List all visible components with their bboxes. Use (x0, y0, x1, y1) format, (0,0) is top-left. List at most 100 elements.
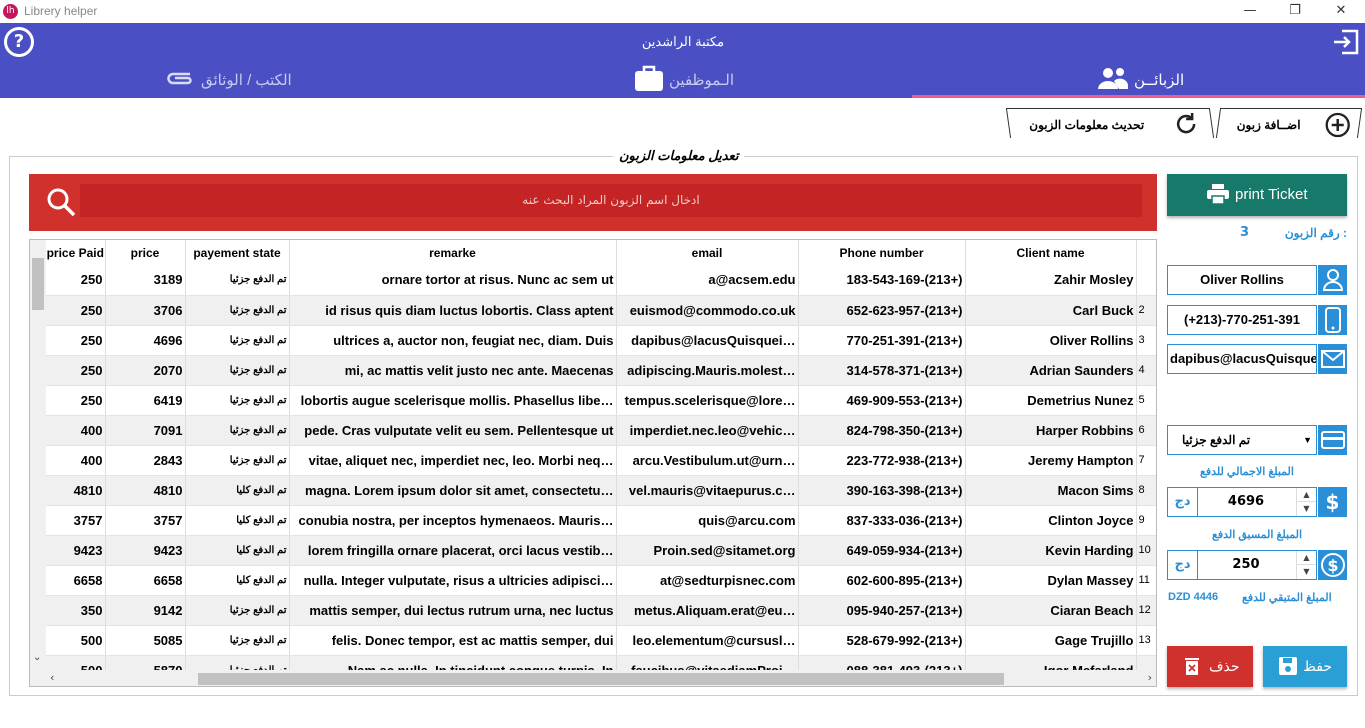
cell-price-paid[interactable]: 350 (46, 595, 106, 626)
scroll-down-icon[interactable]: ⌄ (33, 652, 41, 663)
col-price-paid[interactable]: price Paid (46, 240, 106, 265)
table-row[interactable]: 250 3706 تم الدفع جزئيا id risus quis diam … (46, 295, 1156, 326)
table-row[interactable]: 500 5085 تم الدفع جزئيا felis. Donec tempor… (46, 625, 1156, 656)
col-email[interactable]: email (616, 240, 799, 265)
cell-price[interactable]: 3757 (105, 505, 186, 536)
cell-state[interactable]: تم الدفع جزئيا (185, 385, 290, 416)
cell-row-number[interactable]: 5 (1136, 385, 1156, 416)
table-row[interactable]: 250 2070 تم الدفع جزئيا mi, ac mattis velit… (46, 355, 1156, 386)
cell-price[interactable]: 4696 (105, 325, 186, 356)
cell-price-paid[interactable]: 400 (46, 445, 106, 476)
cell-phone[interactable]: 223-772-938-(213+) (798, 445, 966, 476)
cell-client-name[interactable]: Clinton Joyce (965, 505, 1137, 536)
cell-state[interactable]: تم الدفع كليا (185, 505, 290, 536)
cell-row-number[interactable]: 10 (1136, 535, 1156, 566)
cell-client-name[interactable]: Macon Sims (965, 475, 1137, 506)
cell-client-name[interactable]: Dylan Massey (965, 565, 1137, 596)
cell-phone[interactable]: 824-798-350-(213+) (798, 415, 966, 446)
cell-client-name[interactable]: Carl Buck (965, 295, 1137, 326)
cell-client-name[interactable]: Zahir Mosley (965, 265, 1137, 296)
nav-books[interactable]: الكتب / الوثائق (160, 63, 310, 97)
advance-amount-stepper[interactable]: ▲ ▼ (1296, 551, 1316, 579)
search-icon[interactable] (46, 187, 76, 217)
nav-clients[interactable]: الزبائــن (1096, 63, 1216, 97)
cell-row-number[interactable]: 13 (1136, 625, 1156, 656)
save-button[interactable]: حفظ (1263, 646, 1347, 687)
cell-email[interactable]: euismod@commodo.co.uk (616, 295, 799, 326)
cell-phone[interactable]: 837-333-036-(213+) (798, 505, 966, 536)
cell-client-name[interactable]: Ciaran Beach (965, 595, 1137, 626)
cell-price[interactable]: 6419 (105, 385, 186, 416)
table-row[interactable]: 250 4696 تم الدفع جزئيا ultrices a, auctor … (46, 325, 1156, 356)
print-ticket-button[interactable]: print Ticket (1167, 174, 1347, 216)
email-field[interactable]: dapibus@lacusQuisquei (1167, 344, 1317, 374)
cell-row-number[interactable]: 6 (1136, 415, 1156, 446)
cell-email[interactable]: dapibus@lacusQuisquei… (616, 325, 799, 356)
cell-state[interactable]: تم الدفع كليا (185, 565, 290, 596)
cell-client-name[interactable]: Oliver Rollins (965, 325, 1137, 356)
vertical-scroll-thumb[interactable] (32, 258, 44, 310)
cell-email[interactable]: quis@arcu.com (616, 505, 799, 536)
total-amount-stepper[interactable]: ▲ ▼ (1296, 488, 1316, 516)
delete-button[interactable]: حذف (1167, 646, 1253, 687)
cell-row-number[interactable]: 11 (1136, 565, 1156, 596)
cell-phone[interactable]: 602-600-895-(213+) (798, 565, 966, 596)
cell-phone[interactable]: 095-940-257-(213+) (798, 595, 966, 626)
cell-phone[interactable]: 652-623-957-(213+) (798, 295, 966, 326)
client-name-field[interactable]: Oliver Rollins (1167, 265, 1317, 295)
cell-remarke[interactable]: mattis semper, dui lectus rutrum urna, n… (289, 595, 617, 626)
cell-client-name[interactable]: Gage Trujillo (965, 625, 1137, 656)
cell-price[interactable]: 9142 (105, 595, 186, 626)
cell-remarke[interactable]: id risus quis diam luctus lobortis. Clas… (289, 295, 617, 326)
cell-email[interactable]: imperdiet.nec.leo@vehic… (616, 415, 799, 446)
cell-remarke[interactable]: ultrices a, auctor non, feugiat nec, dia… (289, 325, 617, 356)
scroll-right-icon[interactable]: › (1148, 671, 1152, 684)
cell-price[interactable]: 9423 (105, 535, 186, 566)
cell-client-name[interactable]: Adrian Saunders (965, 355, 1137, 386)
cell-phone[interactable]: 770-251-391-(213+) (798, 325, 966, 356)
vertical-scrollbar[interactable]: ⌄ (30, 240, 46, 686)
cell-state[interactable]: تم الدفع جزئيا (185, 445, 290, 476)
col-phone[interactable]: Phone number (798, 240, 966, 265)
cell-remarke[interactable]: felis. Donec tempor, est ac mattis sempe… (289, 625, 617, 656)
table-row[interactable]: 3757 3757 تم الدفع كليا conubia nostra, per… (46, 505, 1156, 536)
cell-row-number[interactable] (1136, 265, 1156, 296)
cell-price-paid[interactable]: 250 (46, 325, 106, 356)
advance-amount-value[interactable]: 250 (1198, 551, 1294, 579)
cell-remarke[interactable]: ornare tortor at risus. Nunc ac sem ut (289, 265, 617, 296)
col-price[interactable]: price (105, 240, 186, 265)
cell-row-number[interactable]: 2 (1136, 295, 1156, 326)
cell-remarke[interactable]: pede. Cras vulputate velit eu sem. Pelle… (289, 415, 617, 446)
cell-remarke[interactable]: vitae, aliquet nec, imperdiet nec, leo. … (289, 445, 617, 476)
cell-row-number[interactable]: 3 (1136, 325, 1156, 356)
table-row[interactable]: 400 7091 تم الدفع جزئيا pede. Cras vulputat… (46, 415, 1156, 446)
cell-row-number[interactable]: 4 (1136, 355, 1156, 386)
cell-price[interactable]: 2843 (105, 445, 186, 476)
tab-add-client[interactable]: اضــافة زبون (1215, 108, 1363, 138)
cell-remarke[interactable]: conubia nostra, per inceptos hymenaeos. … (289, 505, 617, 536)
cell-client-name[interactable]: Jeremy Hampton (965, 445, 1137, 476)
table-row[interactable]: 6658 6658 تم الدفع كليا nulla. Integer vulp… (46, 565, 1156, 596)
cell-remarke[interactable]: magna. Lorem ipsum dolor sit amet, conse… (289, 475, 617, 506)
cell-state[interactable]: تم الدفع جزئيا (185, 355, 290, 386)
cell-email[interactable]: tempus.scelerisque@lore… (616, 385, 799, 416)
cell-row-number[interactable]: 12 (1136, 595, 1156, 626)
phone-field[interactable]: (+213)-770-251-391 (1167, 305, 1317, 335)
nav-employees[interactable]: الـموظفين (633, 63, 773, 97)
cell-email[interactable]: vel.mauris@vitaepurus.c… (616, 475, 799, 506)
cell-phone[interactable]: 390-163-398-(213+) (798, 475, 966, 506)
cell-state[interactable]: تم الدفع جزئيا (185, 625, 290, 656)
cell-email[interactable]: a@acsem.edu (616, 265, 799, 296)
close-button[interactable]: ✕ (1331, 2, 1351, 20)
cell-row-number[interactable]: 7 (1136, 445, 1156, 476)
table-row[interactable]: 350 9142 تم الدفع جزئيا mattis semper, dui … (46, 595, 1156, 626)
cell-client-name[interactable]: Harper Robbins (965, 415, 1137, 446)
scroll-left-icon[interactable]: ‹ (50, 671, 54, 684)
cell-email[interactable]: at@sedturpisnec.com (616, 565, 799, 596)
cell-email[interactable]: Proin.sed@sitamet.org (616, 535, 799, 566)
cell-price[interactable]: 2070 (105, 355, 186, 386)
tab-update-client[interactable]: تحديث معلومات الزبون (1005, 108, 1215, 138)
cell-phone[interactable]: 469-909-553-(213+) (798, 385, 966, 416)
table-row[interactable]: 9423 9423 تم الدفع كليا lorem fringilla orn… (46, 535, 1156, 566)
table-row[interactable]: 4810 4810 تم الدفع كليا magna. Lorem ipsum … (46, 475, 1156, 506)
